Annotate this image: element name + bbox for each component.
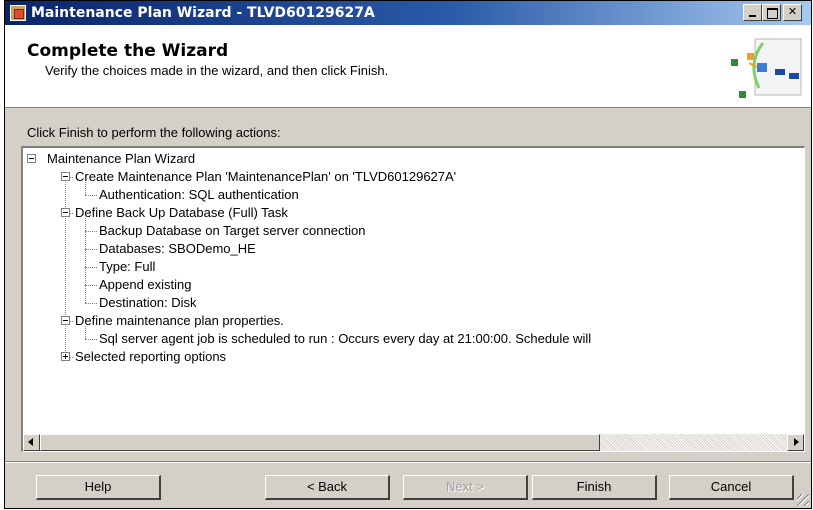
tree-item-create-plan[interactable]: Create Maintenance Plan 'MaintenancePlan… bbox=[75, 168, 456, 186]
tree-line bbox=[85, 231, 97, 232]
tree-item-reporting[interactable]: Selected reporting options bbox=[75, 348, 226, 366]
tree-item-authentication[interactable]: Authentication: SQL authentication bbox=[99, 186, 299, 204]
wizard-illustration-icon bbox=[731, 38, 802, 98]
wizard-window: Maintenance Plan Wizard - TLVD60129627A … bbox=[4, 0, 812, 509]
tree-line bbox=[65, 173, 66, 361]
tree-item-destination[interactable]: Destination: Disk bbox=[99, 294, 197, 312]
collapse-icon[interactable] bbox=[61, 316, 70, 325]
resize-grip-icon[interactable] bbox=[797, 494, 809, 506]
divider bbox=[5, 461, 811, 463]
tree-item-type[interactable]: Type: Full bbox=[99, 258, 155, 276]
close-icon[interactable]: ✕ bbox=[783, 4, 802, 21]
tree-line bbox=[85, 249, 97, 250]
finish-button[interactable]: Finish bbox=[532, 475, 657, 500]
page-subtitle: Verify the choices made in the wizard, a… bbox=[45, 63, 389, 78]
help-button[interactable]: Help bbox=[36, 475, 161, 500]
tree-item-schedule[interactable]: Sql server agent job is scheduled to run… bbox=[99, 330, 591, 348]
maximize-icon[interactable] bbox=[762, 4, 781, 21]
cancel-button[interactable]: Cancel bbox=[669, 475, 794, 500]
actions-tree[interactable]: Maintenance Plan Wizard Create Maintenan… bbox=[21, 146, 805, 452]
tree-item-append[interactable]: Append existing bbox=[99, 276, 192, 294]
tree-line bbox=[85, 339, 97, 340]
scroll-left-icon[interactable] bbox=[23, 434, 40, 451]
collapse-icon[interactable] bbox=[61, 172, 70, 181]
tree-line bbox=[85, 195, 97, 196]
tree-line bbox=[85, 285, 97, 286]
tree-item-databases[interactable]: Databases: SBODemo_HE bbox=[99, 240, 256, 258]
app-icon bbox=[10, 5, 26, 21]
minimize-icon[interactable] bbox=[743, 4, 762, 21]
collapse-icon[interactable] bbox=[61, 208, 70, 217]
back-button[interactable]: < Back bbox=[265, 475, 390, 500]
window-title: Maintenance Plan Wizard - TLVD60129627A bbox=[31, 5, 375, 21]
scrollbar-thumb[interactable] bbox=[40, 434, 600, 451]
tree-item-plan-properties[interactable]: Define maintenance plan properties. bbox=[75, 312, 284, 330]
horizontal-scrollbar[interactable] bbox=[23, 434, 804, 451]
tree-line bbox=[85, 303, 97, 304]
tree-item-backup-task[interactable]: Define Back Up Database (Full) Task bbox=[75, 204, 288, 222]
actions-label: Click Finish to perform the following ac… bbox=[27, 125, 281, 140]
expand-icon[interactable] bbox=[61, 352, 70, 361]
tree-item-backup-target[interactable]: Backup Database on Target server connect… bbox=[99, 222, 365, 240]
tree-root[interactable]: Maintenance Plan Wizard bbox=[47, 150, 195, 168]
tree-line bbox=[85, 267, 97, 268]
title-bar[interactable]: Maintenance Plan Wizard - TLVD60129627A … bbox=[5, 1, 811, 25]
collapse-icon[interactable] bbox=[27, 154, 36, 163]
wizard-header: Complete the Wizard Verify the choices m… bbox=[5, 25, 811, 108]
scroll-right-icon[interactable] bbox=[787, 434, 804, 451]
next-button[interactable]: Next > bbox=[403, 475, 528, 500]
page-title: Complete the Wizard bbox=[27, 41, 229, 61]
